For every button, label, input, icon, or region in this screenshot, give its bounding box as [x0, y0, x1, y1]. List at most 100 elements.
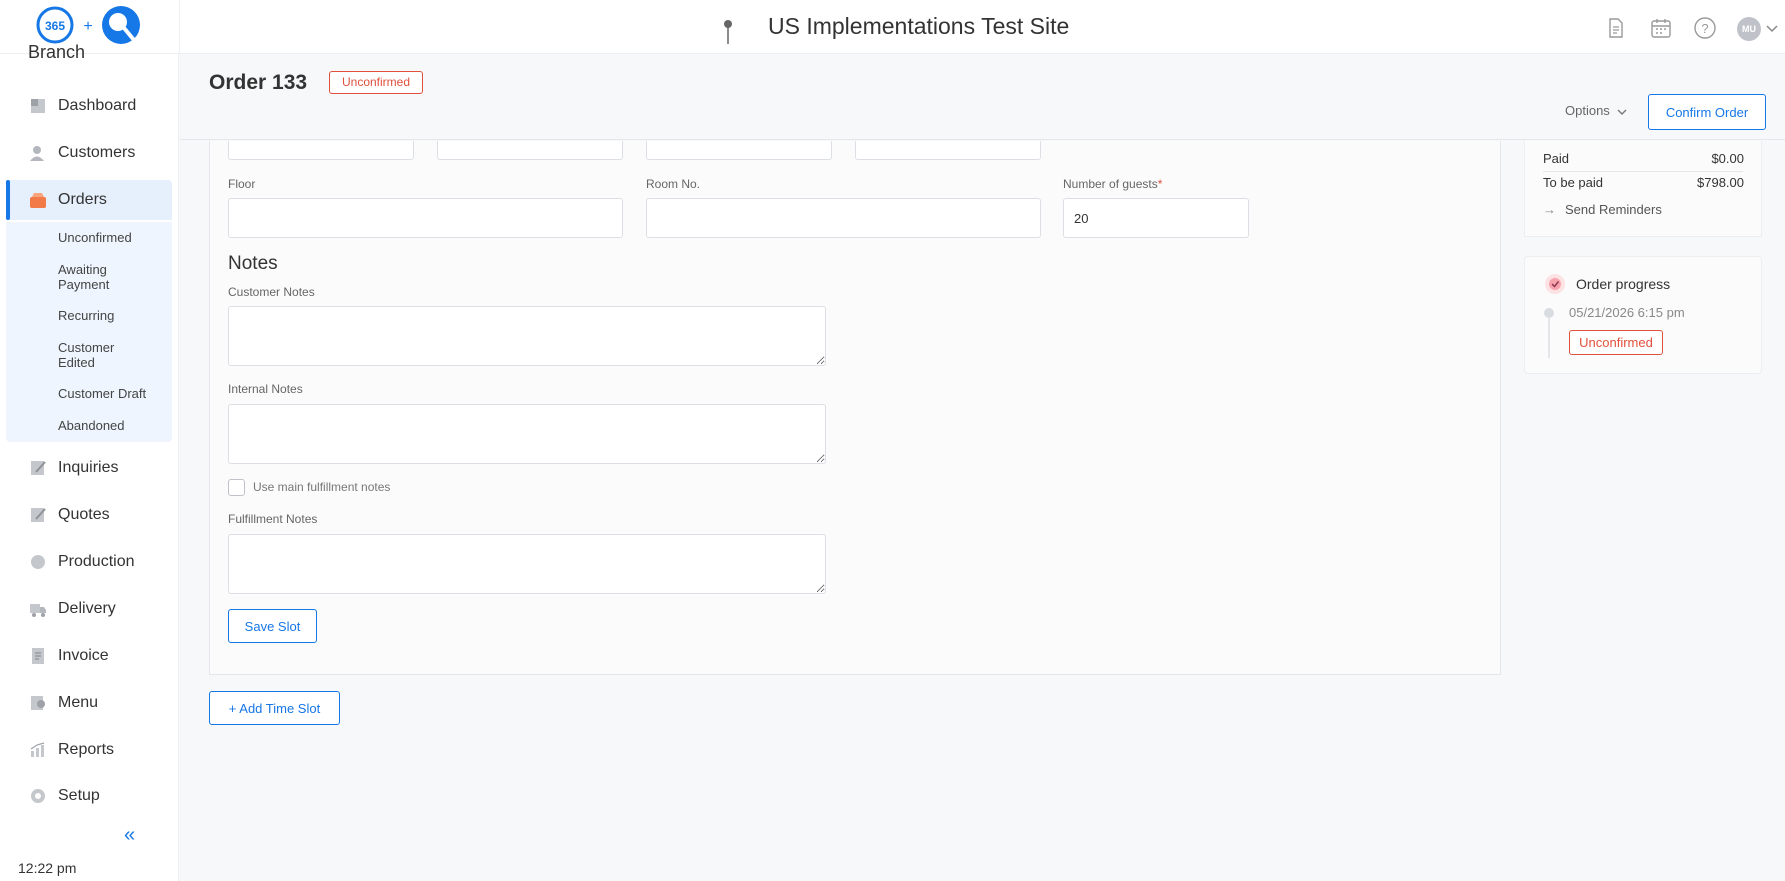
room-label: Room No.: [646, 177, 701, 191]
calendar-icon[interactable]: [1649, 16, 1673, 40]
fulfillment-notes-label: Fulfillment Notes: [228, 512, 318, 526]
fulfillment-notes-field[interactable]: [228, 534, 826, 594]
sidebar-item-orders[interactable]: Orders: [6, 180, 172, 220]
customers-icon: [30, 146, 44, 161]
progress-title: Order progress: [1576, 276, 1671, 292]
svg-text:365: 365: [45, 19, 65, 33]
avatar[interactable]: MU: [1737, 17, 1761, 41]
sidebar-item-label: Menu: [58, 694, 99, 711]
select-field-partial[interactable]: [855, 141, 1041, 160]
submenu-label: Recurring: [58, 308, 115, 323]
sidebar-item-label: Orders: [58, 191, 107, 208]
submenu-label: Customer: [58, 340, 115, 355]
inquiries-icon: [31, 461, 46, 475]
sidebar: Branch Dashboard Customers Orders Unconf…: [0, 42, 179, 881]
select-field-partial[interactable]: [437, 141, 623, 160]
menu-icon: [31, 696, 45, 710]
select-field-partial[interactable]: [228, 141, 414, 160]
sidebar-item-quotes[interactable]: Quotes: [0, 495, 172, 535]
clock: 12:22 pm: [18, 860, 77, 876]
sidebar-item-delivery[interactable]: Delivery: [0, 589, 172, 629]
sidebar-item-label: Production: [58, 553, 135, 570]
chevron-down-icon[interactable]: [1765, 22, 1779, 36]
timeline-line: [1548, 318, 1550, 358]
sidebar-item-invoice[interactable]: Invoice: [0, 636, 172, 676]
page-title: Order 133: [209, 71, 308, 94]
submenu-label: Awaiting: [58, 262, 107, 277]
document-icon[interactable]: [1604, 16, 1628, 40]
guests-label: Number of guests*: [1063, 177, 1162, 191]
floor-label: Floor: [228, 177, 256, 191]
chevron-down-icon[interactable]: [1616, 106, 1628, 118]
arrow-right-icon: →: [1543, 202, 1556, 217]
sidebar-item-label: Inquiries: [58, 459, 119, 476]
submenu-customer-draft[interactable]: Customer Draft: [58, 386, 146, 401]
gear-icon: [31, 789, 45, 803]
submenu-recurring[interactable]: Recurring: [58, 308, 114, 323]
orders-submenu: [6, 222, 172, 442]
sidebar-item-label: Quotes: [58, 506, 110, 523]
internal-notes-field[interactable]: [228, 404, 826, 464]
sidebar-item-label: Customers: [58, 144, 136, 161]
collapse-sidebar-button[interactable]: «: [124, 824, 135, 847]
use-main-fulfillment-checkbox[interactable]: [228, 479, 245, 496]
customer-notes-field[interactable]: [228, 306, 826, 366]
sidebar-item-reports[interactable]: Reports: [0, 730, 172, 770]
status-badge: Unconfirmed: [329, 71, 423, 94]
submenu-customer-edited[interactable]: Customer Edited: [58, 340, 114, 370]
guests-label-text: Number of guests: [1063, 177, 1158, 191]
sidebar-item-inquiries[interactable]: Inquiries: [0, 448, 172, 488]
reports-icon: [30, 742, 45, 757]
timeline-dot: [1544, 308, 1554, 318]
sidebar-item-dashboard[interactable]: Dashboard: [0, 86, 172, 126]
save-slot-button[interactable]: Save Slot: [228, 609, 317, 643]
internal-notes-label: Internal Notes: [228, 382, 303, 396]
submenu-label-line2: Edited: [58, 355, 95, 370]
sidebar-item-customers[interactable]: Customers: [0, 133, 172, 173]
options-label: Options: [1565, 103, 1610, 118]
floor-input[interactable]: [228, 198, 623, 238]
branch-label: Branch: [28, 42, 86, 58]
sidebar-item-label: Invoice: [58, 647, 109, 664]
guests-input[interactable]: [1063, 198, 1249, 238]
dashboard-icon: [31, 99, 45, 113]
order-header: Order 133 Unconfirmed Options Confirm Or…: [180, 54, 1785, 140]
sidebar-item-label: Delivery: [58, 600, 116, 617]
use-main-fulfillment-label: Use main fulfillment notes: [253, 480, 391, 494]
notes-title: Notes: [228, 253, 278, 274]
paid-value: $0.00: [1711, 151, 1744, 166]
submenu-abandoned[interactable]: Abandoned: [58, 418, 125, 433]
site-title: US Implementations Test Site: [768, 13, 1070, 39]
orders-icon: [30, 193, 46, 208]
sidebar-item-production[interactable]: Production: [0, 542, 172, 582]
sidebar-item-label: Dashboard: [58, 97, 137, 114]
submenu-label: Abandoned: [58, 418, 125, 433]
invoice-icon: [32, 648, 44, 664]
sidebar-item-label: Reports: [58, 741, 115, 758]
select-field-partial[interactable]: [646, 141, 832, 160]
submenu-label-line2: Payment: [58, 277, 110, 292]
help-icon[interactable]: ?: [1693, 16, 1717, 40]
submenu-label: Customer Draft: [58, 386, 147, 401]
room-input[interactable]: [646, 198, 1041, 238]
confirm-order-button[interactable]: Confirm Order: [1648, 94, 1766, 130]
to-be-paid-value: $798.00: [1697, 175, 1744, 190]
top-bar: 365 + US Implementations Test Site ? MU: [0, 0, 1785, 54]
options-dropdown[interactable]: Options: [1565, 103, 1610, 118]
quotes-icon: [31, 508, 46, 522]
svg-text:+: +: [83, 18, 92, 35]
sidebar-item-menu[interactable]: Menu: [0, 683, 172, 723]
add-time-slot-button[interactable]: + Add Time Slot: [209, 691, 340, 725]
send-reminders-link[interactable]: Send Reminders: [1565, 202, 1662, 217]
divider: [1543, 171, 1743, 172]
topbar-divider: [179, 0, 180, 54]
required-marker: *: [1157, 177, 1163, 191]
sidebar-item-setup[interactable]: Setup: [0, 776, 172, 816]
location-pin-icon: [724, 20, 732, 44]
customer-notes-label: Customer Notes: [228, 285, 315, 299]
progress-status-badge: Unconfirmed: [1569, 330, 1663, 355]
submenu-awaiting-payment[interactable]: Awaiting Payment: [58, 262, 109, 292]
progress-check-icon: [1545, 274, 1565, 294]
submenu-unconfirmed[interactable]: Unconfirmed: [58, 230, 132, 245]
delivery-icon: [30, 604, 46, 617]
